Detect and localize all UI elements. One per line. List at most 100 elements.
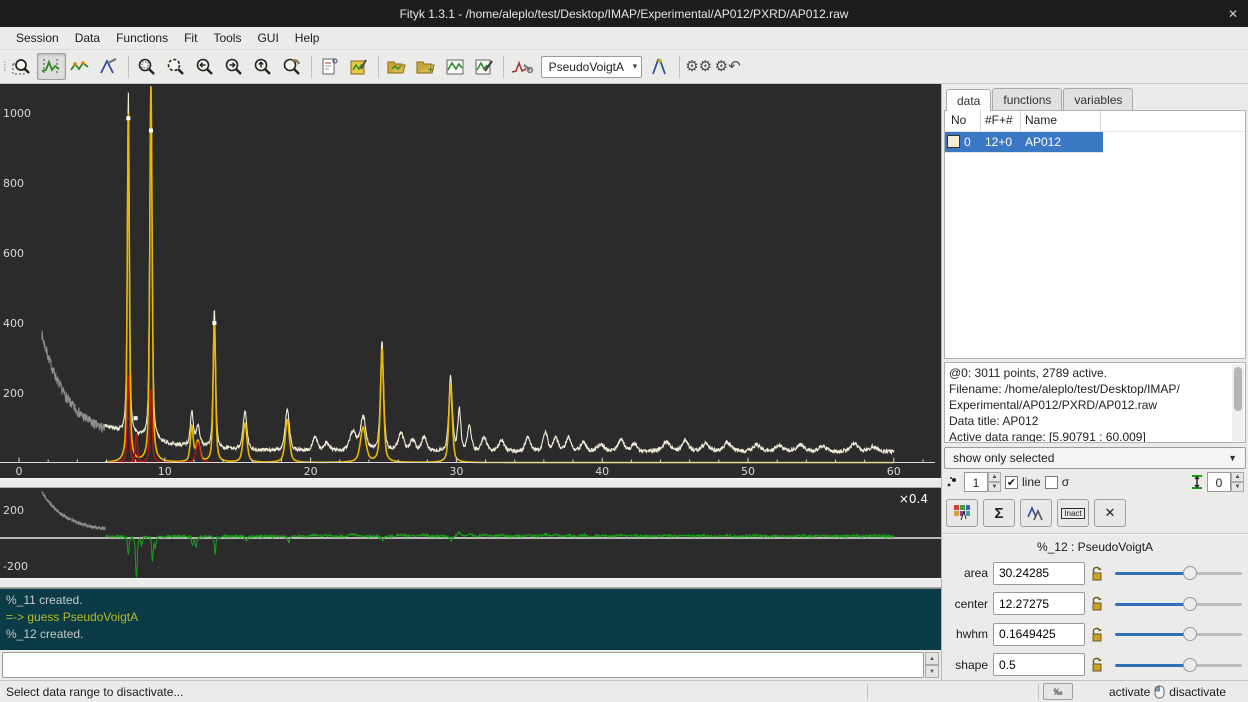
data-range-mode-button[interactable] [37,53,66,80]
zoom-all-icon [137,57,157,77]
plot-splitter[interactable] [0,478,941,488]
save-image-button[interactable] [470,53,499,80]
lock-open-icon[interactable] [1090,596,1104,611]
copy-function-button[interactable] [1020,499,1052,527]
param-shape-input[interactable] [993,653,1085,676]
close-icon[interactable]: ✕ [1228,0,1238,27]
main-plot[interactable]: 20040060080010000102030405060 [0,84,941,478]
slider-thumb[interactable] [1183,597,1197,611]
open-data-custom-button[interactable]: + [412,53,441,80]
param-shape-slider[interactable] [1109,655,1244,675]
zoom-all-button[interactable] [133,53,162,80]
function-stack-icon [1026,504,1046,522]
svg-text:-200: -200 [3,560,28,573]
menu-functions[interactable]: Functions [108,28,176,48]
sigma-checkbox[interactable] [1045,476,1058,489]
shift-value[interactable]: 0 [1207,472,1231,492]
zoom-left-button[interactable] [191,53,220,80]
mouse-hints-button[interactable]: ‰ [1043,683,1073,700]
display-controls: 1 ▲▼ ✔ line σ 0 ▲▼ [942,469,1248,497]
dataset-table: No #F+# Name 0 12+0 AP012 [944,110,1246,359]
column-no[interactable]: No [945,110,981,131]
column-f[interactable]: #F+# [981,110,1021,131]
edit-script-button[interactable] [316,53,345,80]
dataset-checkbox[interactable] [947,135,960,148]
auxiliary-plot[interactable]: 200-200×0.4 [0,488,941,578]
auxiliary-plot-canvas: 200-200×0.4 [0,488,941,578]
lock-open-icon[interactable] [1090,627,1104,642]
toolbar-drag-handle[interactable]: ⁞ [3,59,5,74]
menu-help[interactable]: Help [287,28,328,48]
table-row[interactable]: 0 12+0 AP012 [945,132,1103,153]
svg-text:60: 60 [887,465,901,478]
param-area-input[interactable] [993,562,1085,585]
panel-divider [942,533,1248,534]
column-name[interactable]: Name [1021,110,1101,131]
line-checkbox[interactable]: ✔ [1005,476,1018,489]
history-down-icon[interactable]: ▼ [925,665,939,678]
function-title: %_12 : PseudoVoigtA [942,537,1248,558]
delete-button[interactable]: ✕ [1094,499,1126,527]
console-splitter[interactable] [0,578,941,588]
menu-tools[interactable]: Tools [205,28,249,48]
command-history-spinner[interactable]: ▲ ▼ [925,652,939,678]
lock-open-icon[interactable] [1090,657,1104,672]
zoom-select-button[interactable] [162,53,191,80]
status-bar: Select data range to disactivate... ‰ ac… [0,680,1248,702]
run-fit-button[interactable]: ⚙⚙ [684,53,713,80]
menu-fit[interactable]: Fit [176,28,205,48]
spin-down-icon[interactable]: ▼ [1231,482,1244,492]
menu-session[interactable]: Session [8,28,67,48]
slider-thumb[interactable] [1183,627,1197,641]
shift-spinner[interactable]: 0 ▲▼ [1207,472,1244,492]
toolbar-separator [378,56,379,78]
add-point-mode-button[interactable] [66,53,95,80]
spin-up-icon[interactable]: ▲ [1231,472,1244,482]
table-header: No #F+# Name [945,111,1245,132]
toolbar: ⁞ [0,50,1248,84]
zoom-mode-button[interactable] [8,53,37,80]
function-type-select[interactable]: PseudoVoigtA ▾ [541,56,643,78]
param-hwhm-slider[interactable] [1109,624,1244,644]
zoom-right-button[interactable] [220,53,249,80]
svg-text:×0.4: ×0.4 [899,492,928,506]
param-center-slider[interactable] [1109,594,1244,614]
slider-thumb[interactable] [1183,566,1197,580]
spin-up-icon[interactable]: ▲ [988,472,1001,482]
color-order-button[interactable] [946,499,978,527]
sum-button[interactable]: Σ [983,499,1015,527]
inactive-toggle-button[interactable]: Inact [1057,499,1089,527]
open-data-button[interactable] [383,53,412,80]
undo-fit-button[interactable]: ⚙↶ [713,53,742,80]
menu-data[interactable]: Data [67,28,108,48]
scrollbar-thumb[interactable] [1234,367,1242,411]
point-size-spinner[interactable]: 1 ▲▼ [964,472,1001,492]
peak-draw-mode-button[interactable] [95,53,124,80]
spin-down-icon[interactable]: ▼ [988,482,1001,492]
param-center-input[interactable] [993,592,1085,615]
menu-gui[interactable]: GUI [249,28,286,48]
zoom-up-button[interactable] [249,53,278,80]
slider-thumb[interactable] [1183,658,1197,672]
filter-value: show only selected [953,451,1054,465]
data-edit-button[interactable] [441,53,470,80]
previous-zoom-button[interactable] [278,53,307,80]
command-input[interactable] [2,652,924,678]
history-up-icon[interactable]: ▲ [925,652,939,665]
lock-open-icon[interactable] [1090,566,1104,581]
tab-variables[interactable]: variables [1063,88,1133,110]
toolbar-separator [679,56,680,78]
tab-functions[interactable]: functions [992,88,1062,110]
point-size-value[interactable]: 1 [964,472,988,492]
gui-config-button[interactable] [345,53,374,80]
param-area-slider[interactable] [1109,563,1244,583]
info-scrollbar[interactable] [1232,364,1244,441]
dataset-info-box[interactable]: @0: 3011 points, 2789 active. Filename: … [944,362,1246,443]
tab-data[interactable]: data [946,89,991,111]
status-divider [867,684,868,700]
param-hwhm-input[interactable] [993,623,1085,646]
function-filter-select[interactable]: show only selected ▼ [944,447,1246,469]
define-function-button[interactable] [508,53,537,80]
open-folder-star-icon: + [415,57,437,77]
auto-add-peak-button[interactable]: ✦ [646,53,675,80]
